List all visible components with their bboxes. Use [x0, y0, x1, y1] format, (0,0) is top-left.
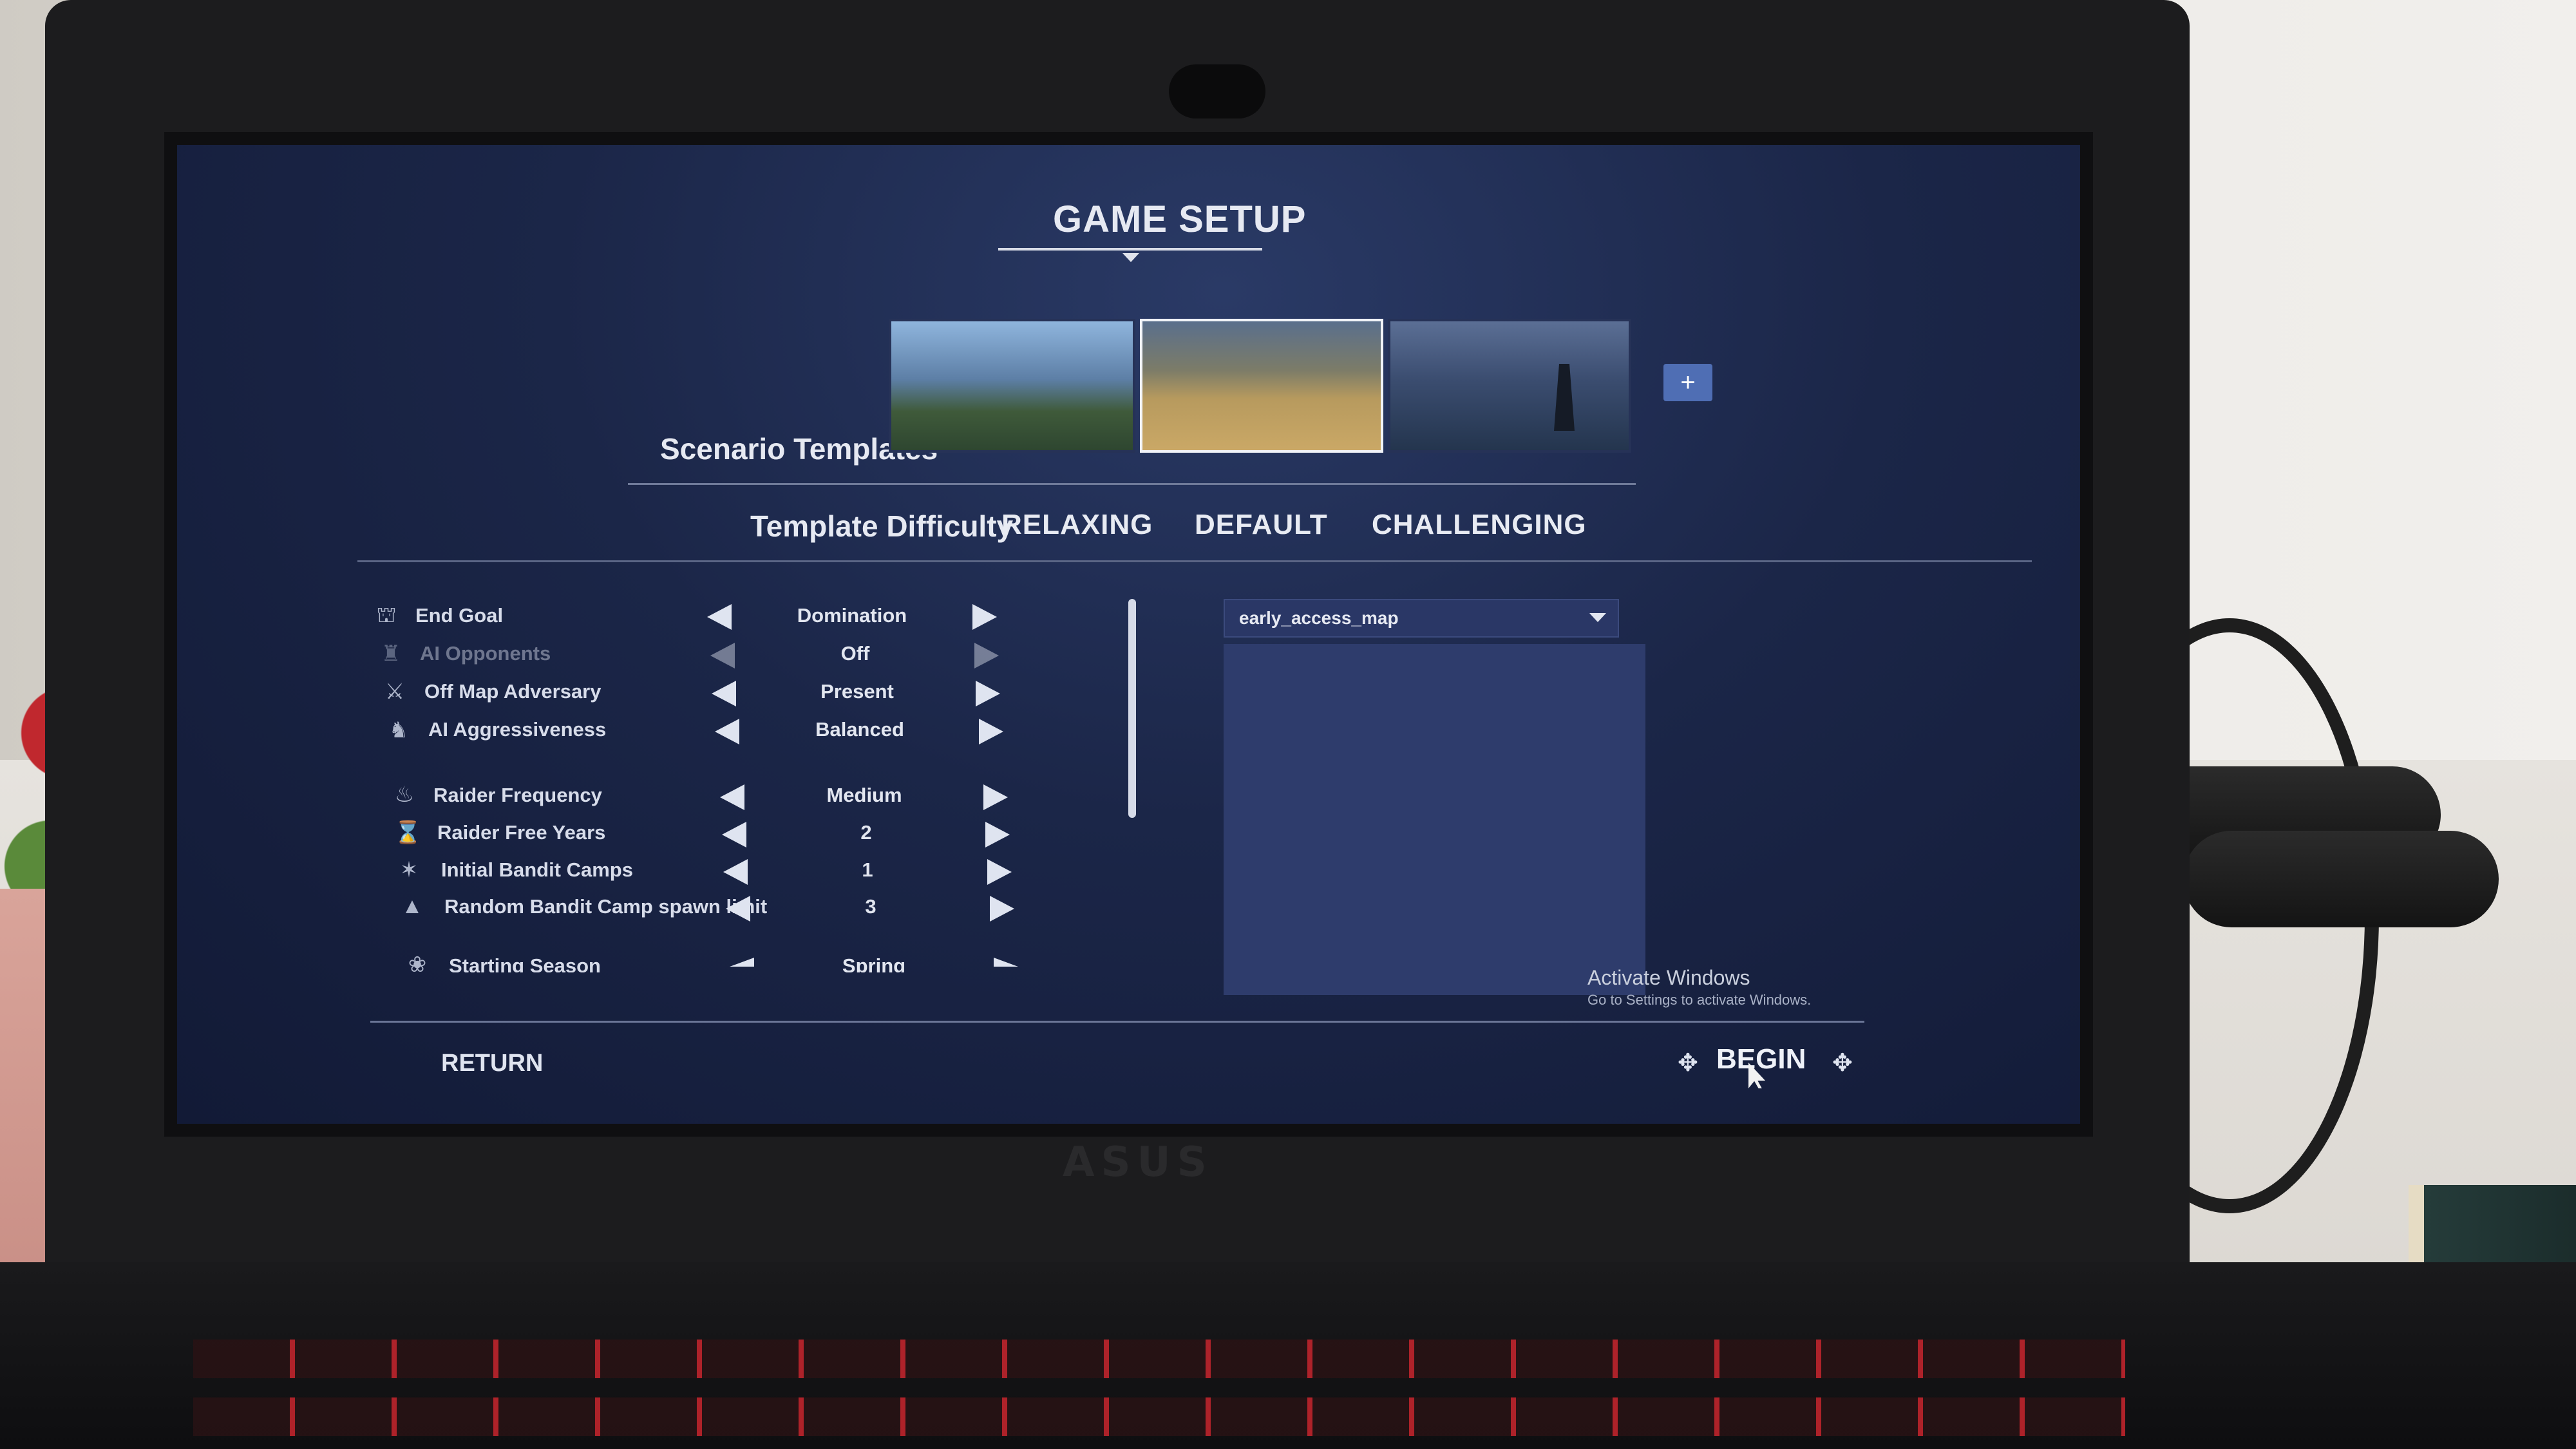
camp-icon: ✶ [399, 858, 419, 882]
setting-label-ai-opponents: AI Opponents [420, 642, 551, 665]
asus-logo: ASUS [1063, 1139, 1213, 1186]
next-arrow-button[interactable] [994, 958, 1018, 967]
scenario-template-thumbnail[interactable] [1388, 319, 1631, 453]
section-divider [357, 560, 2032, 562]
setting-value-ai-aggressiveness: Balanced [815, 718, 904, 741]
footer-divider [370, 1021, 1864, 1023]
setting-value-starting-season: Spring [842, 954, 906, 972]
setting-label-random-bandit-camp-spawn-limit: Random Bandit Camp spawn limit [444, 895, 768, 918]
template-difficulty-label: Template Difficulty [750, 509, 1014, 543]
scenario-template-thumbnail-selected[interactable] [1140, 319, 1383, 453]
previous-arrow-button[interactable] [722, 822, 746, 848]
next-arrow-button[interactable] [983, 784, 1008, 810]
game-screen: GAME SETUP Scenario Templates + Template… [177, 145, 2080, 1124]
next-arrow-button[interactable] [990, 896, 1014, 922]
ornament-icon: ✥ [1678, 1050, 1698, 1077]
title-divider [998, 248, 1262, 251]
opponents-icon: ♜ [381, 641, 401, 666]
setting-value-off-map-adversary: Present [820, 680, 894, 703]
crossed-swords-icon: ⚔ [384, 679, 405, 704]
castle-icon: ⛫ [376, 603, 397, 627]
setting-label-off-map-adversary: Off Map Adversary [424, 680, 601, 703]
hand-grip [2183, 831, 2499, 927]
setting-label-raider-frequency: Raider Frequency [433, 784, 602, 806]
previous-arrow-button[interactable] [712, 681, 736, 706]
settings-scrollbar[interactable] [1128, 599, 1136, 818]
previous-arrow-button[interactable] [710, 643, 735, 668]
setting-value-end-goal: Domination [797, 604, 907, 627]
difficulty-challenging-button[interactable]: CHALLENGING [1372, 509, 1587, 541]
difficulty-relaxing-button[interactable]: RELAXING [1001, 509, 1153, 541]
ornament-icon: ✥ [1832, 1050, 1853, 1077]
next-arrow-button[interactable] [976, 681, 1000, 706]
fire-icon: ♨ [394, 782, 415, 807]
setting-label-starting-season: Starting Season [449, 954, 601, 972]
hourglass-icon: ⌛ [394, 820, 422, 845]
setting-label-end-goal: End Goal [415, 604, 504, 627]
previous-arrow-button[interactable] [715, 719, 739, 744]
setting-value-raider-free-years: 2 [860, 821, 872, 844]
title-ornament-icon [1122, 253, 1139, 262]
webcam [1169, 64, 1265, 118]
next-arrow-button[interactable] [985, 822, 1010, 848]
previous-arrow-button[interactable] [726, 896, 750, 922]
begin-label: BEGIN [1716, 1043, 1806, 1075]
previous-arrow-button[interactable] [730, 958, 754, 967]
map-select-dropdown[interactable]: early_access_map [1224, 599, 1619, 638]
previous-arrow-button[interactable] [720, 784, 744, 810]
setting-label-raider-free-years: Raider Free Years [437, 821, 606, 844]
return-button[interactable]: RETURN [441, 1050, 543, 1077]
next-arrow-button[interactable] [979, 719, 1003, 744]
activate-windows-subtitle: Go to Settings to activate Windows. [1587, 992, 1812, 1008]
horse-head-icon: ♞ [388, 718, 409, 743]
season-icon: ❀ [408, 953, 427, 972]
next-arrow-button[interactable] [972, 604, 997, 630]
setting-label-ai-aggressiveness: AI Aggressiveness [428, 718, 607, 741]
setting-label-initial-bandit-camps: Initial Bandit Camps [441, 858, 633, 881]
next-arrow-button[interactable] [974, 643, 999, 668]
chevron-down-icon [1589, 613, 1606, 622]
difficulty-default-button[interactable]: DEFAULT [1195, 509, 1328, 541]
setting-value-raider-frequency: Medium [826, 784, 902, 806]
section-divider [628, 483, 1636, 485]
setting-value-ai-opponents: Off [840, 642, 870, 665]
key-row [193, 1397, 2125, 1436]
next-arrow-button[interactable] [987, 859, 1012, 885]
tent-icon: ▲ [401, 894, 423, 918]
map-select-value: early_access_map [1239, 608, 1399, 628]
page-title: GAME SETUP [1053, 198, 1307, 240]
setting-value-initial-bandit-camps: 1 [862, 858, 873, 881]
add-template-button[interactable]: + [1663, 364, 1712, 401]
activate-windows-title: Activate Windows [1587, 966, 1750, 989]
windmill-icon [1554, 364, 1575, 431]
previous-arrow-button[interactable] [707, 604, 732, 630]
scenario-template-thumbnail[interactable] [889, 319, 1135, 453]
key-row [193, 1340, 2125, 1378]
previous-arrow-button[interactable] [723, 859, 748, 885]
map-preview [1224, 644, 1645, 995]
screen-bezel: GAME SETUP Scenario Templates + Template… [164, 132, 2093, 1137]
laptop-keyboard [0, 1262, 2576, 1449]
setting-value-random-bandit-camp-spawn-limit: 3 [865, 895, 876, 918]
